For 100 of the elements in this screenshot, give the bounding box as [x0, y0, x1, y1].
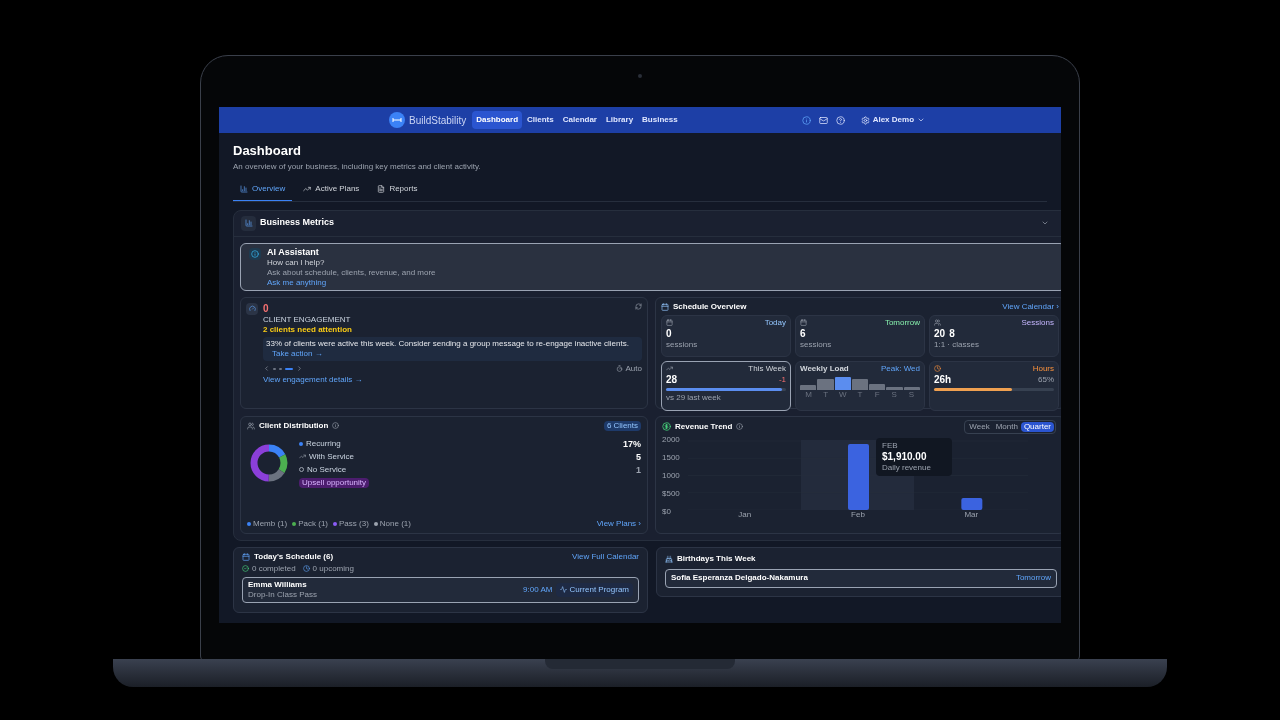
users-icon — [247, 421, 255, 430]
tab[interactable]: Reports — [370, 182, 425, 201]
trend-icon — [666, 365, 673, 372]
view-plans-link[interactable]: View Plans › — [596, 518, 641, 529]
session-time: 9:00 AM — [523, 584, 553, 596]
tile-value: 20 — [934, 327, 946, 340]
axis-label: $0 — [662, 507, 672, 516]
brand-name: BuildStability — [409, 113, 467, 128]
day-label: T — [822, 389, 830, 400]
day-label: M — [804, 389, 813, 400]
slide-indicator[interactable] — [279, 367, 282, 370]
page-subtitle: An overview of your business, including key metrics and client activity. — [233, 160, 482, 173]
axis-label: 1500 — [662, 453, 681, 462]
user-menu[interactable]: Alex Demo — [860, 114, 926, 126]
axis-label: Mar — [963, 509, 980, 520]
tile-value: 0 — [666, 327, 673, 340]
peak-label: Peak: Wed — [881, 363, 920, 374]
attention-text: 2 clients need attention — [263, 324, 353, 335]
tile-note: vs 29 last week — [666, 392, 722, 403]
page-title: Dashboard — [233, 142, 302, 160]
nav-item[interactable]: Dashboard — [472, 111, 523, 129]
completed-count: 0 completed — [252, 563, 296, 574]
upsell-badge: Upsell opportunity — [299, 477, 370, 488]
next-icon[interactable] — [296, 365, 303, 372]
upcoming-count: 0 upcoming — [312, 563, 354, 574]
current-program-button[interactable]: Current Program — [556, 582, 633, 597]
pulse-icon — [560, 586, 568, 593]
card-title: Revenue Trend — [675, 421, 733, 432]
plan-label: None (1) — [379, 518, 411, 529]
assistant-title: AI Assistant — [267, 246, 320, 258]
view-calendar-link[interactable]: View Calendar › — [1002, 301, 1059, 312]
revenue-bar[interactable] — [961, 497, 983, 510]
chart-icon — [240, 184, 248, 193]
info-icon[interactable] — [801, 115, 811, 125]
tooltip-amount: $1,910.00 — [882, 450, 928, 463]
timer-icon — [615, 365, 623, 372]
slide-indicator[interactable] — [285, 367, 293, 370]
schedule-entry[interactable]: Emma Williams Drop-In Class Pass 9:00 AM Current Program — [242, 576, 639, 603]
ai-assistant-card[interactable]: AI Assistant How can I help? Ask about schedule, clients, revenue, and more Ask me anything — [240, 242, 1061, 291]
tile-value: 8 — [949, 327, 955, 340]
tooltip-note: Daily revenue — [882, 462, 932, 473]
info-icon[interactable] — [736, 423, 744, 430]
trend-icon — [299, 453, 306, 460]
range-option[interactable]: Week — [966, 421, 993, 432]
cake-icon — [665, 554, 673, 563]
axis-label: Jan — [737, 509, 753, 520]
settings-icon — [860, 115, 870, 125]
tile-label: This Week — [748, 363, 786, 374]
card-title: Birthdays This Week — [677, 553, 756, 564]
range-option[interactable]: Quarter — [1020, 421, 1054, 432]
plan-label: Memb (1) — [253, 518, 288, 529]
birthday-entry[interactable]: Sofia Esperanza Delgado-Nakamura Tomorrow — [665, 568, 1057, 588]
card-title: Client Distribution — [259, 420, 329, 431]
day-label: W — [838, 389, 848, 400]
tile-note: 1:1 · classes — [934, 339, 980, 350]
check-icon — [242, 565, 249, 572]
plan-name: Drop-In Class Pass — [248, 589, 317, 600]
slide-indicator[interactable] — [273, 367, 276, 370]
birthday-when: Tomorrow — [1015, 573, 1051, 583]
tile-note: sessions — [666, 339, 699, 350]
tile-value: 28 — [666, 373, 678, 386]
previous-icon[interactable] — [263, 365, 270, 372]
tab[interactable]: Overview — [233, 182, 293, 201]
legend-label: With Service — [309, 451, 354, 462]
calendar-icon — [242, 552, 250, 561]
delta-value: -1 — [778, 374, 786, 385]
nav-item[interactable]: Library — [601, 111, 638, 129]
tab[interactable]: Active Plans — [296, 182, 367, 201]
tile-label: Weekly Load — [800, 363, 849, 374]
clients-badge: 6 Clients — [603, 420, 641, 431]
clock-icon — [302, 565, 310, 572]
assistant-hint: Ask about schedule, clients, revenue, and more — [267, 267, 436, 278]
camera-icon — [638, 74, 642, 78]
dollar-icon — [662, 422, 671, 431]
chevron-icon — [917, 116, 926, 124]
help-icon[interactable] — [835, 115, 845, 125]
legend-value: 17% — [623, 438, 641, 449]
take-action-link[interactable]: Take action → — [272, 348, 639, 359]
axis-label: $500 — [662, 489, 681, 498]
range-option[interactable]: Month — [992, 421, 1021, 432]
refresh-icon[interactable] — [635, 302, 642, 310]
chart-icon — [241, 215, 256, 231]
info-icon[interactable] — [332, 422, 340, 429]
legend-label: No Service — [307, 464, 347, 475]
mail-icon[interactable] — [818, 115, 828, 125]
client-name: Emma Williams — [248, 579, 308, 590]
chevron-icon[interactable] — [1041, 219, 1049, 227]
nav-item[interactable]: Business — [638, 111, 682, 129]
axis-label: 1000 — [662, 471, 681, 480]
assistant-prompt: How can I help? — [267, 257, 326, 268]
view-full-calendar-link[interactable]: View Full Calendar — [572, 551, 639, 562]
engagement-label: CLIENT ENGAGEMENT — [263, 314, 352, 325]
details-link[interactable]: View engagement details → — [263, 374, 642, 385]
percent-value: 65% — [1038, 374, 1054, 385]
nav-item[interactable]: Clients — [523, 111, 558, 129]
nav-item[interactable]: Calendar — [558, 111, 601, 129]
insight-text: 33% of clients were active this week. Consider sending a group message to re-engage inactive clients. — [266, 338, 630, 349]
users-icon — [934, 319, 941, 326]
ask-link[interactable]: Ask me anything — [267, 277, 436, 288]
tile-label: Hours — [1032, 363, 1054, 374]
